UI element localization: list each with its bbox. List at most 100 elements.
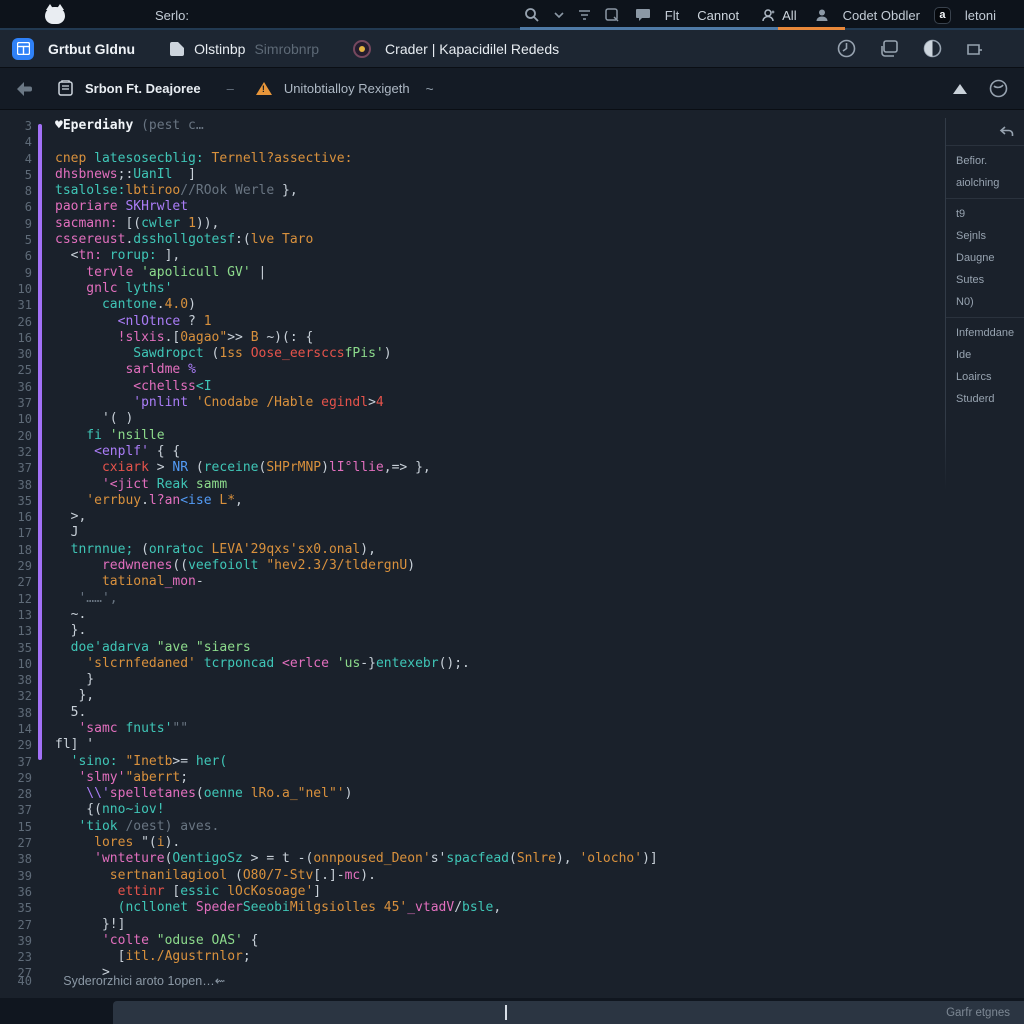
line-number: 29 <box>0 770 32 786</box>
code-line: '<jict Reak samm <box>55 477 1024 493</box>
tab-all[interactable]: All <box>757 0 800 30</box>
code-line: cxiark > NR (receine(SHPrMNP)lI°llie,=> … <box>55 460 1024 476</box>
user-icon[interactable] <box>815 8 829 22</box>
code-editor[interactable]: 3445869569103126163025363710203237383516… <box>0 110 1024 998</box>
code-line: 'slmy'"aberrt; <box>55 770 1024 786</box>
collapse-up-icon[interactable] <box>953 84 967 94</box>
clock-icon[interactable] <box>837 39 856 58</box>
code-line: Sawdropct (1ss Oose_eersccsfPis') <box>55 346 1024 362</box>
sidebar-item[interactable]: Loaircs <box>946 366 1024 388</box>
sidebar-tail-divider <box>945 420 946 490</box>
chat-icon[interactable] <box>635 8 651 23</box>
line-number: 27 <box>0 574 32 590</box>
octocat-logo-icon[interactable] <box>45 7 65 24</box>
sidebar-item[interactable]: Daugne <box>946 247 1024 269</box>
sidebar-item[interactable]: Studerd <box>946 388 1024 410</box>
sidebar-item[interactable]: Infemddane <box>946 322 1024 344</box>
tab-document-icon <box>169 41 185 57</box>
line-number: 38 <box>0 851 32 867</box>
tab-cannot[interactable]: Cannot <box>693 0 743 30</box>
line-number: 3 <box>0 118 32 134</box>
sidebar-item[interactable]: N0) <box>946 291 1024 313</box>
avatar[interactable]: a <box>934 7 951 24</box>
code-line: lores "(i). <box>55 835 1024 851</box>
diff-change-bar <box>38 124 42 760</box>
line-number: 36 <box>0 379 32 395</box>
code-line: cssereust.dsshollgotesf:(lve Taro <box>55 232 1024 248</box>
warning-icon <box>256 82 272 95</box>
line-number: 31 <box>0 297 32 313</box>
code-line: }!] <box>55 917 1024 933</box>
code-line: sarldme % <box>55 362 1024 378</box>
brand-title[interactable]: Grtbut Gldnu <box>48 41 135 57</box>
line-number: 9 <box>0 265 32 281</box>
line-number: 38 <box>0 705 32 721</box>
code-line: '……', <box>55 591 1024 607</box>
tab-all-active-underline <box>778 27 845 30</box>
flt-menu-item[interactable]: Flt <box>665 8 679 23</box>
search-icon[interactable] <box>524 7 540 23</box>
agent-icon <box>761 8 776 23</box>
code-line: 'errbuy.l?an<ise L*, <box>55 493 1024 509</box>
bottom-right-hint: Garfr etgnes <box>946 1007 1024 1019</box>
code-line: >, <box>55 509 1024 525</box>
status-circle-icon[interactable] <box>989 79 1008 98</box>
sidebar-item[interactable]: Sutes <box>946 269 1024 291</box>
line-number: 35 <box>0 900 32 916</box>
issue-target-icon <box>353 40 371 58</box>
code-line: 5. <box>55 705 1024 721</box>
line-number: 5 <box>0 167 32 183</box>
window-restore-icon[interactable] <box>966 41 984 57</box>
stack-icon[interactable] <box>880 39 899 58</box>
line-number: 39 <box>0 933 32 949</box>
code-line: paoriare SKHrwlet <box>55 199 1024 215</box>
line-number: 37 <box>0 460 32 476</box>
line-number: 6 <box>0 199 32 215</box>
code-line: (ncllonet SpederSeeobiMilgsiolles 45'_vt… <box>55 900 1024 916</box>
line-number: 23 <box>0 949 32 965</box>
theme-contrast-icon[interactable] <box>923 39 942 58</box>
line-number: 29 <box>0 737 32 753</box>
breadcrumb: Srbon Ft. Deajoree – Unitobtialloy Rexig… <box>0 68 1024 110</box>
line-number: 17 <box>0 525 32 541</box>
topbar-underline <box>0 28 1024 30</box>
code-line: dhsbnews;:UanIl ] <box>55 167 1024 183</box>
sidebar-item[interactable]: t9 <box>946 203 1024 225</box>
code-line: ~. <box>55 607 1024 623</box>
line-number: 35 <box>0 493 32 509</box>
code-line: cnep latesosecblig: Ternell?assective: <box>55 151 1024 167</box>
sidebar-group: InfemddaneIdeLoaircsStuderd <box>946 318 1024 414</box>
code-line: 'pnlint 'Cnodabe /Hable egindl>4 <box>55 395 1024 411</box>
line-number: 16 <box>0 509 32 525</box>
line-number: 10 <box>0 411 32 427</box>
line-number: 9 <box>0 216 32 232</box>
branch-name[interactable]: Unitobtialloy Rexigeth <box>284 81 410 96</box>
filter-icon[interactable] <box>578 9 591 21</box>
chevron-down-icon[interactable] <box>554 12 564 19</box>
code-line: 'tiok /oest) aves. <box>55 819 1024 835</box>
repo-name[interactable]: Srbon Ft. Deajoree <box>85 81 201 96</box>
line-number: 37 <box>0 802 32 818</box>
app-icon[interactable] <box>12 38 34 60</box>
tab-all-label: All <box>782 8 796 23</box>
code-line: fl] ' <box>55 737 1024 753</box>
sidebar-item[interactable]: aiolching <box>946 172 1024 194</box>
back-arrow-icon[interactable] <box>14 80 36 98</box>
line-number: 10 <box>0 656 32 672</box>
sidebar-item[interactable]: Sejnls <box>946 225 1024 247</box>
sidebar-group: t9SejnlsDaugneSutesN0) <box>946 199 1024 318</box>
code-line: J <box>55 525 1024 541</box>
code-line: tsalolse:lbtiroo//ROok Werle }, <box>55 183 1024 199</box>
doc-tab-label[interactable]: Olstinbp <box>194 41 245 57</box>
line-number-gutter: 3445869569103126163025363710203237383516… <box>0 118 32 982</box>
sidebar-item[interactable]: Ide <box>946 344 1024 366</box>
sidebar-item[interactable]: Befior. <box>946 150 1024 172</box>
line-number: 37 <box>0 395 32 411</box>
code-line: redwnenes((veefoiolt "hev2.3/3/tldergnU) <box>55 558 1024 574</box>
projects-icon[interactable] <box>605 8 621 23</box>
code-line: }, <box>55 688 1024 704</box>
reply-arrow-icon[interactable] <box>999 126 1014 137</box>
command-input[interactable]: Garfr etgnes <box>113 1001 1024 1024</box>
code-line: tervle 'apolicull GV' | <box>55 265 1024 281</box>
code-line: fi 'nsille <box>55 428 1024 444</box>
